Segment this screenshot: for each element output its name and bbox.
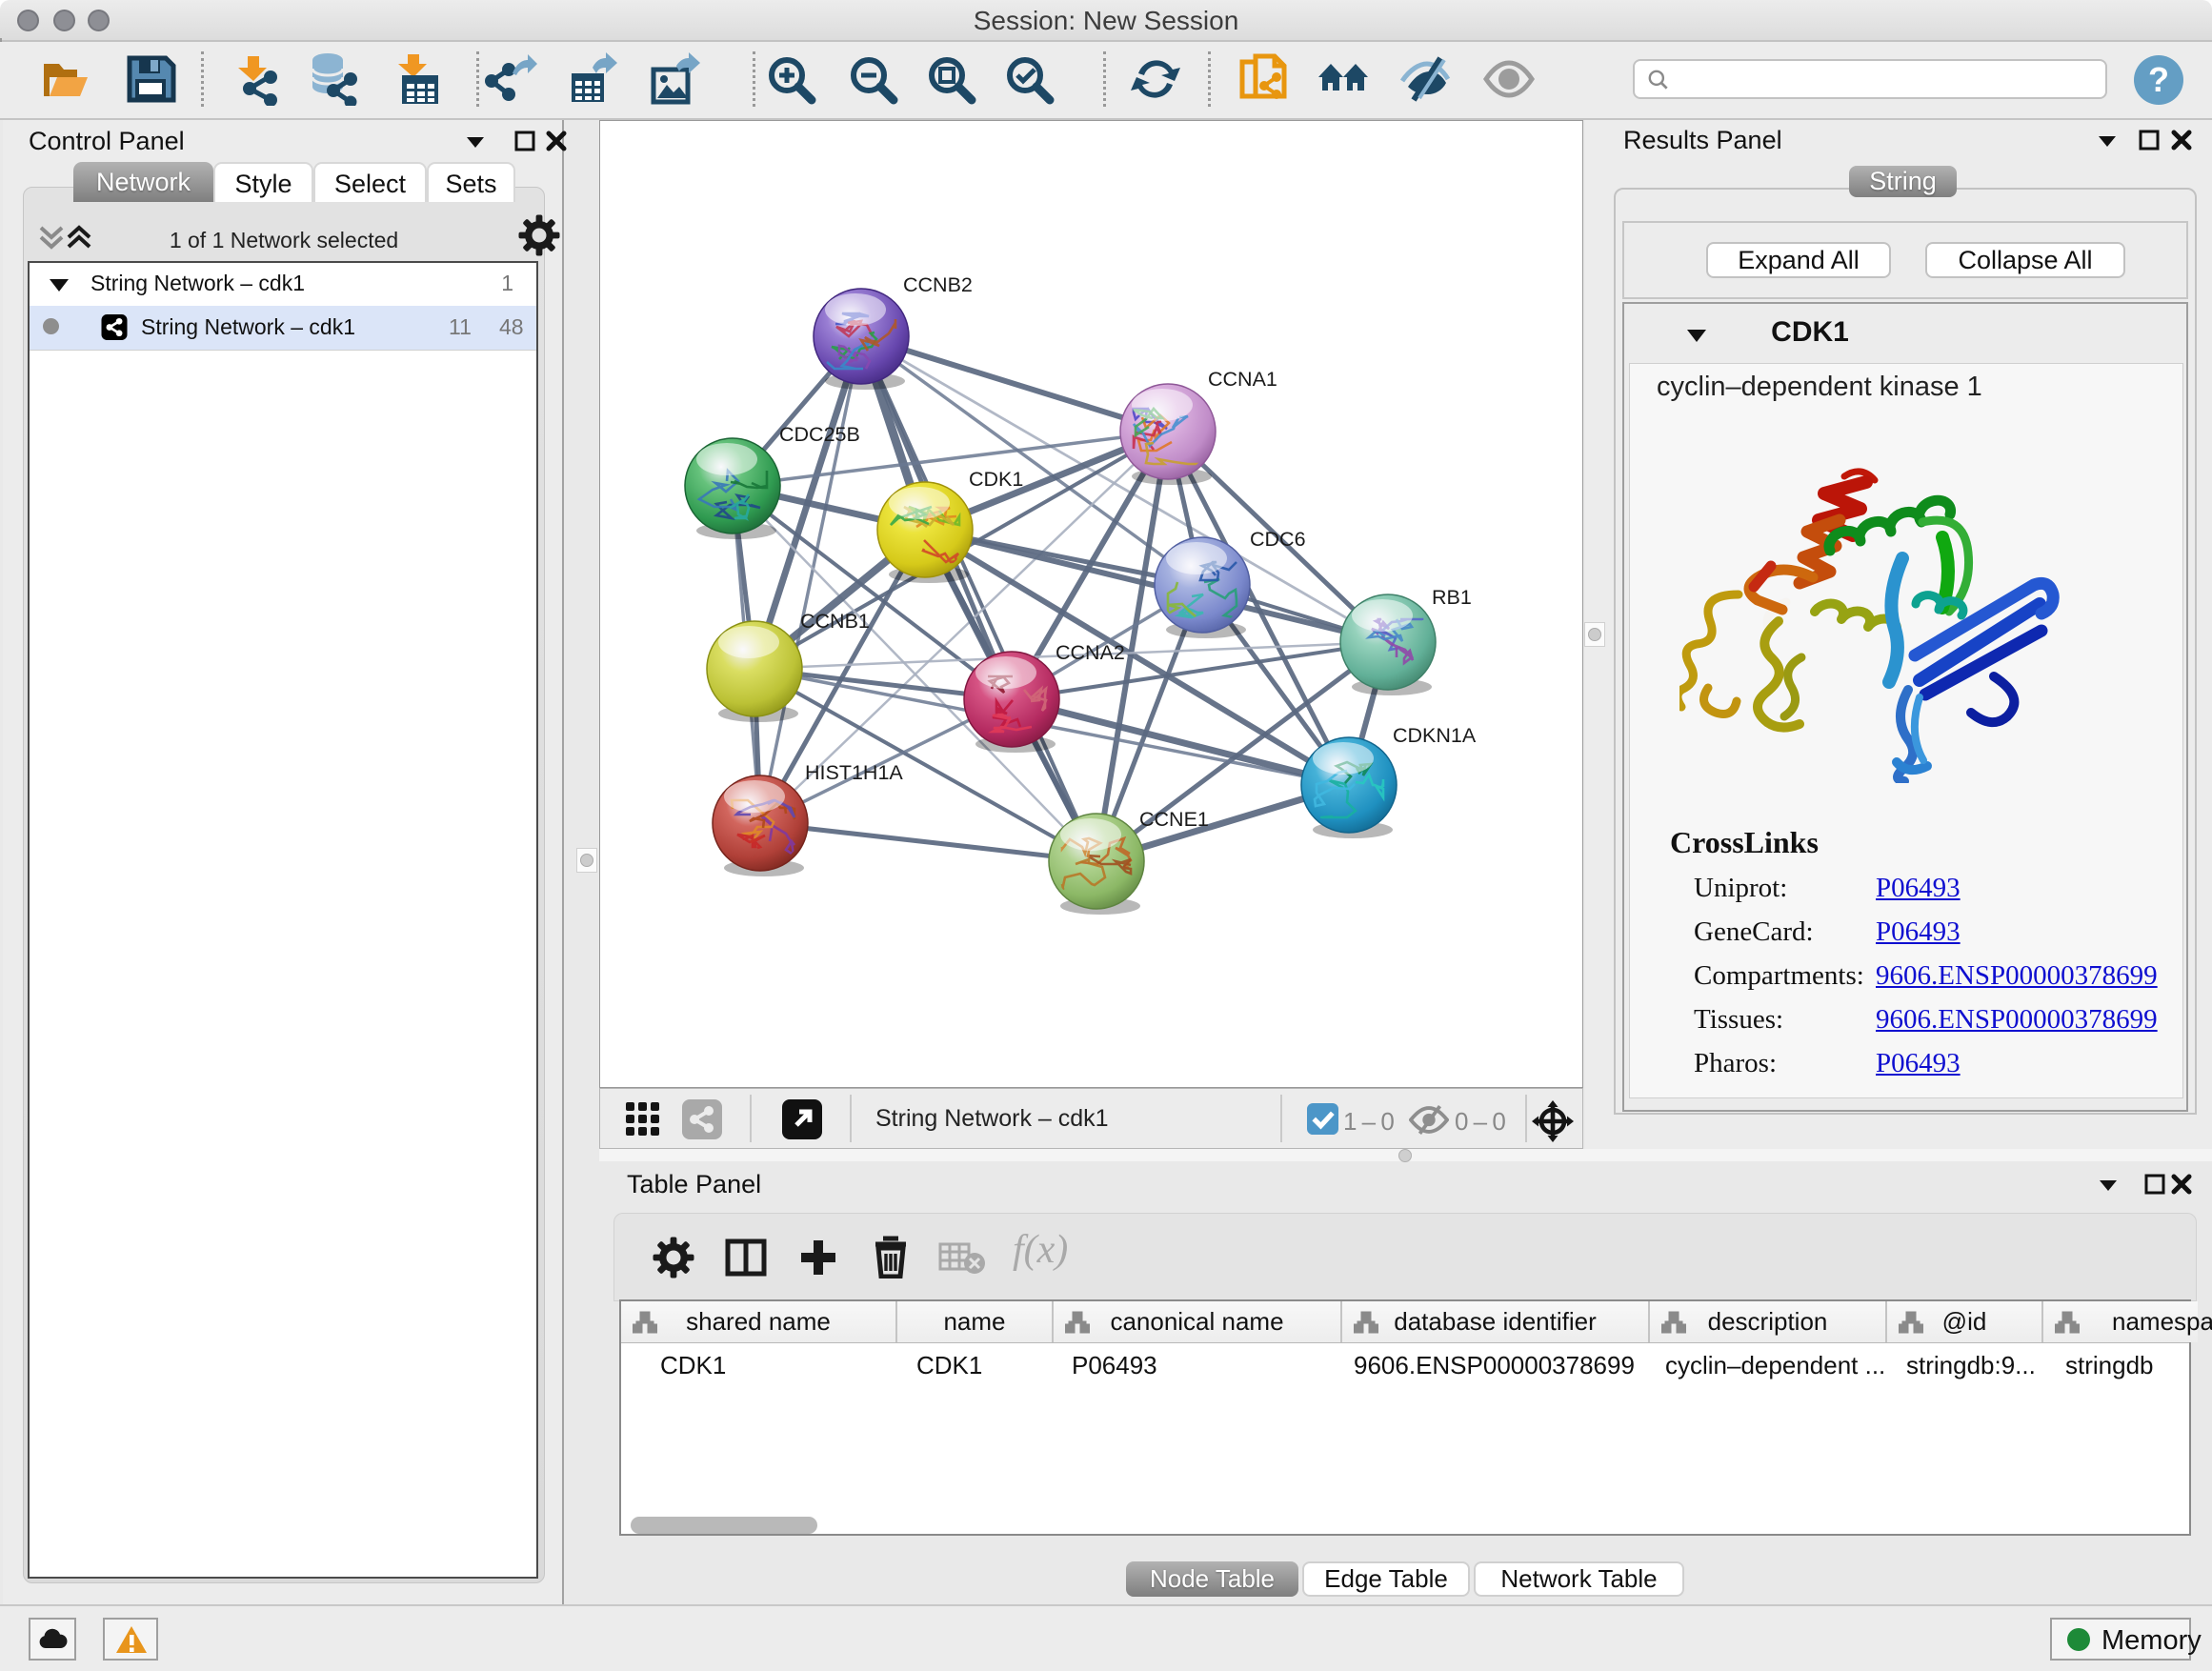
svg-text:CDKN1A: CDKN1A: [1393, 724, 1477, 747]
svg-text:CDC6: CDC6: [1250, 528, 1306, 551]
svg-text:CCNE1: CCNE1: [1139, 808, 1209, 831]
svg-text:CDC25B: CDC25B: [779, 423, 860, 446]
svg-text:?: ?: [2148, 60, 2169, 99]
svg-text:CDK1: CDK1: [969, 468, 1023, 491]
svg-text:CCNB2: CCNB2: [903, 273, 973, 296]
svg-text:CCNA2: CCNA2: [1056, 641, 1125, 664]
svg-text:HIST1H1A: HIST1H1A: [805, 761, 903, 784]
svg-text:RB1: RB1: [1432, 586, 1472, 609]
svg-text:CCNA1: CCNA1: [1208, 368, 1277, 391]
svg-text:CCNB1: CCNB1: [800, 610, 870, 633]
